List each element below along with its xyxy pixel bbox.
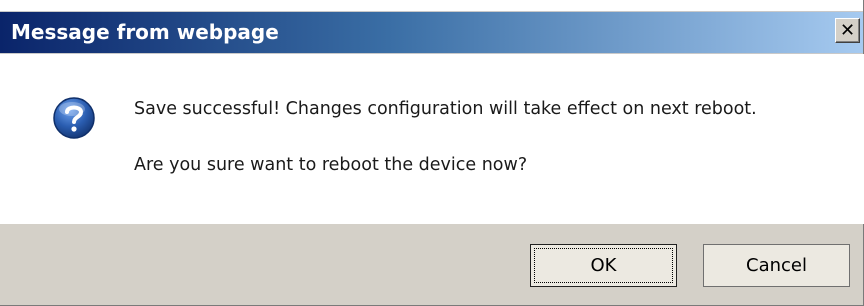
dialog-title: Message from webpage <box>11 20 279 44</box>
close-button[interactable]: ✕ <box>835 18 860 43</box>
ok-button[interactable]: OK <box>530 244 677 287</box>
dialog-button-bar: OK Cancel <box>0 224 863 305</box>
question-icon <box>53 97 95 139</box>
message-dialog: Message from webpage ✕ Save successful! … <box>0 0 864 306</box>
message-line-1: Save successful! Changes configuration w… <box>134 99 757 119</box>
cancel-button[interactable]: Cancel <box>703 244 850 287</box>
focus-ring <box>534 248 673 283</box>
message-line-2: Are you sure want to reboot the device n… <box>134 155 528 175</box>
dialog-titlebar[interactable]: Message from webpage ✕ <box>0 11 863 54</box>
cancel-button-label: Cancel <box>746 255 807 276</box>
close-icon: ✕ <box>839 19 856 41</box>
dialog-content: Save successful! Changes configuration w… <box>0 54 864 224</box>
